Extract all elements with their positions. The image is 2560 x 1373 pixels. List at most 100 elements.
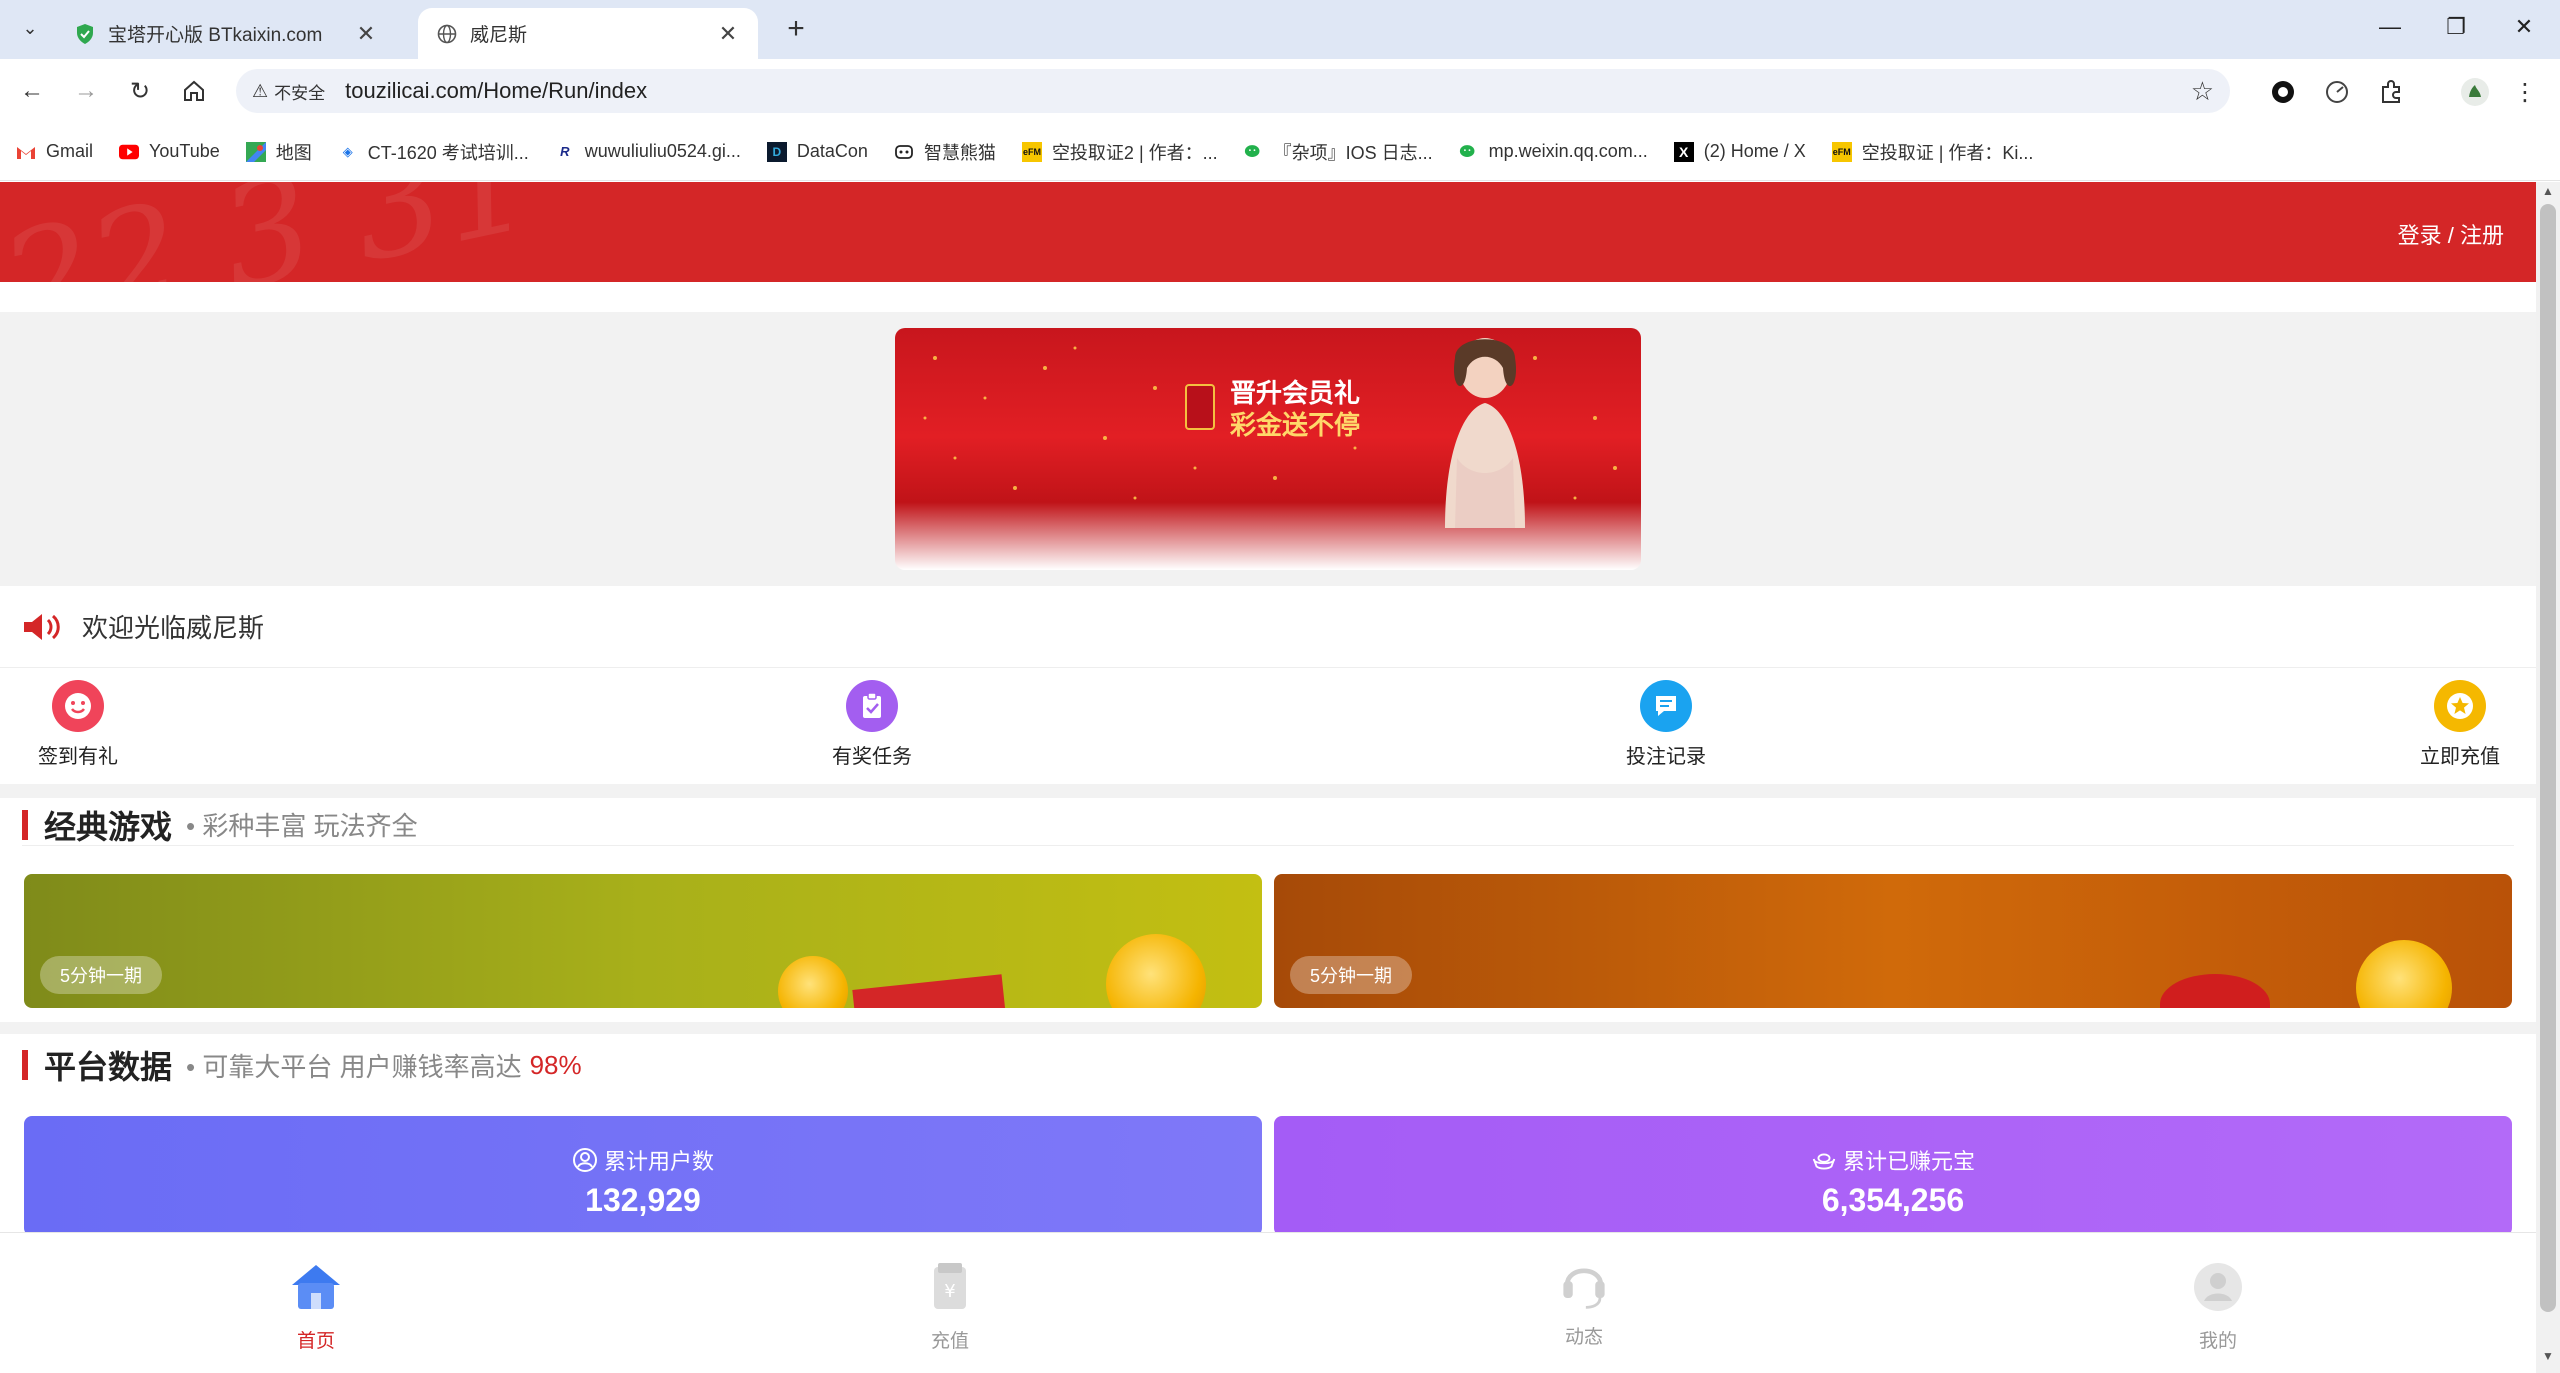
bookmark-maps[interactable]: 地图 bbox=[245, 139, 312, 165]
bookmark-ios-log[interactable]: 『杂项』IOS 日志... bbox=[1244, 139, 1433, 165]
bookmark-star-icon[interactable]: ☆ bbox=[2191, 76, 2214, 107]
bookmark-wuwuliuliu[interactable]: R wuwuliuliu0524.gi... bbox=[555, 141, 741, 162]
close-window-icon[interactable]: ✕ bbox=[2504, 14, 2544, 40]
header-decoration: 22 3 31 bbox=[0, 182, 545, 282]
platform-data-header: 平台数据 • 可靠大平台 用户赚钱率高达 98% bbox=[22, 1044, 2514, 1086]
wallet-icon: ¥ bbox=[934, 1263, 966, 1309]
stat-value: 6,354,256 bbox=[1821, 1182, 1965, 1218]
page-viewport: 22 3 31 登录 / 注册 晋升会员礼 彩金送不停 bbox=[0, 182, 2536, 1372]
star-coin-icon bbox=[2434, 680, 2486, 732]
tab-weinisi[interactable]: 威尼斯 ✕ bbox=[418, 8, 758, 59]
nav-label: 动态 bbox=[1564, 1327, 1603, 1348]
home-icon bbox=[292, 1265, 340, 1309]
efm-icon: eFM bbox=[1021, 141, 1042, 162]
efm-icon: eFM bbox=[1831, 141, 1852, 162]
bookmark-x-home[interactable]: X (2) Home / X bbox=[1673, 141, 1806, 162]
nav-label: 首页 bbox=[296, 1331, 335, 1352]
warning-icon: ⚠ bbox=[252, 80, 269, 101]
nav-activity[interactable]: 动态 bbox=[1524, 1253, 1644, 1349]
bookmark-panda[interactable]: 智慧熊猫 bbox=[894, 139, 996, 165]
ingot-icon bbox=[1812, 1153, 1836, 1170]
scroll-up-arrow-icon[interactable]: ▲ bbox=[2536, 184, 2560, 204]
nav-recharge[interactable]: ¥ 充值 bbox=[890, 1257, 1010, 1353]
banner-line-2: 彩金送不停 bbox=[1230, 411, 1361, 441]
bookmark-label: YouTube bbox=[149, 141, 220, 161]
menu-more-icon[interactable]: ⋮ bbox=[2510, 77, 2540, 107]
stat-label-text: 累计用户数 bbox=[603, 1149, 714, 1174]
browser-tab-bar: ⌄ 宝塔开心版 BTkaixin.com ✕ 威尼斯 ✕ + — ❐ ✕ bbox=[0, 0, 2560, 59]
user-circle-icon bbox=[572, 1148, 597, 1172]
red-bag-decoration bbox=[2160, 974, 2270, 1008]
nav-home[interactable]: 首页 bbox=[256, 1257, 376, 1353]
bookmark-label: wuwuliuliu0524.gi... bbox=[584, 141, 741, 161]
gmail-icon bbox=[16, 142, 36, 162]
performance-gauge-icon[interactable] bbox=[2322, 77, 2352, 107]
user-icon bbox=[2194, 1263, 2242, 1311]
stat-value: 132,929 bbox=[585, 1182, 701, 1218]
reload-icon[interactable]: ↻ bbox=[122, 73, 158, 109]
bookmark-datacon[interactable]: D DataCon bbox=[766, 141, 868, 162]
bookmark-label: Gmail bbox=[46, 141, 94, 161]
bookmark-airdrop[interactable]: eFM 空投取证 | 作者：Ki... bbox=[1831, 139, 2033, 165]
bookmark-ct1620[interactable]: ◈ CT-1620 考试培训... bbox=[338, 139, 529, 165]
shield-favicon-icon bbox=[74, 23, 96, 45]
site-header: 22 3 31 登录 / 注册 bbox=[0, 182, 2536, 282]
nav-profile[interactable]: 我的 bbox=[2158, 1257, 2278, 1353]
game-card-2[interactable]: 5分钟一期 bbox=[1274, 874, 2512, 1008]
scroll-down-arrow-icon[interactable]: ▼ bbox=[2536, 1349, 2560, 1369]
bookmark-gmail[interactable]: Gmail bbox=[16, 141, 93, 162]
page-scrollbar[interactable]: ▲ ▼ bbox=[2536, 182, 2560, 1373]
section-title: 平台数据 bbox=[44, 1049, 173, 1085]
tab-search-dropdown-icon[interactable]: ⌄ bbox=[14, 12, 46, 44]
bookmarks-bar: Gmail YouTube 地图 ◈ CT-1620 考试培训... R wuw… bbox=[0, 123, 2560, 181]
security-indicator[interactable]: ⚠ 不安全 bbox=[252, 79, 325, 104]
bookmark-label: CT-1620 考试培训... bbox=[367, 142, 529, 163]
close-tab-icon[interactable]: ✕ bbox=[716, 21, 740, 47]
banner-carousel: 晋升会员礼 彩金送不停 bbox=[0, 312, 2536, 586]
bookmark-label: 智慧熊猫 bbox=[923, 142, 996, 163]
new-tab-icon[interactable]: + bbox=[780, 14, 812, 44]
address-bar[interactable]: ⚠ 不安全 touzilicai.com/Home/Run/index ☆ bbox=[236, 69, 2230, 113]
bookmark-airdrop2[interactable]: eFM 空投取证2 | 作者：... bbox=[1021, 139, 1218, 165]
quick-recharge-now[interactable]: 立即充值 bbox=[2390, 680, 2530, 769]
diamond-icon: ◈ bbox=[342, 143, 353, 159]
section-accent-bar bbox=[22, 809, 28, 840]
tab-btkaixin[interactable]: 宝塔开心版 BTkaixin.com ✕ bbox=[56, 8, 396, 59]
quick-label: 立即充值 bbox=[2420, 746, 2500, 768]
earning-rate-highlight: 98% bbox=[529, 1049, 582, 1080]
wechat-icon bbox=[1459, 142, 1479, 162]
minimize-icon[interactable]: — bbox=[2370, 14, 2410, 40]
coin-icon bbox=[778, 956, 848, 1008]
game-card-1[interactable]: 5分钟一期 bbox=[24, 874, 1262, 1008]
tab-title: 威尼斯 bbox=[470, 25, 528, 46]
bookmark-label: (2) Home / X bbox=[1703, 141, 1806, 161]
bookmark-label: 空投取证2 | 作者：... bbox=[1051, 142, 1218, 163]
extension-record-icon[interactable] bbox=[2268, 77, 2298, 107]
close-tab-icon[interactable]: ✕ bbox=[354, 21, 378, 47]
document-icon bbox=[1640, 680, 1692, 732]
login-register-link[interactable]: 登录 / 注册 bbox=[2398, 218, 2504, 250]
bottom-tab-bar: 首页 ¥ 充值 动态 我的 bbox=[0, 1232, 2536, 1372]
profile-avatar-icon[interactable] bbox=[2460, 77, 2490, 107]
tab-title: 宝塔开心版 BTkaixin.com bbox=[108, 25, 323, 46]
url-text: touzilicai.com/Home/Run/index bbox=[345, 78, 648, 103]
restore-window-icon[interactable]: ❐ bbox=[2436, 14, 2476, 40]
back-icon[interactable]: ← bbox=[14, 73, 50, 109]
quick-actions: 签到有礼 有奖任务 投注记录 立即充值 bbox=[0, 668, 2536, 784]
extensions-puzzle-icon[interactable] bbox=[2376, 77, 2406, 107]
svg-text:¥: ¥ bbox=[944, 1281, 955, 1302]
bookmark-mp-weixin[interactable]: mp.weixin.qq.com... bbox=[1459, 141, 1648, 162]
quick-signin-rewards[interactable]: 签到有礼 bbox=[8, 680, 148, 769]
home-button-icon[interactable] bbox=[176, 73, 212, 109]
quick-reward-tasks[interactable]: 有奖任务 bbox=[802, 680, 942, 769]
wechat-icon bbox=[1244, 142, 1264, 162]
bookmark-youtube[interactable]: YouTube bbox=[119, 141, 220, 162]
scroll-thumb[interactable] bbox=[2540, 204, 2556, 1312]
youtube-icon bbox=[119, 142, 140, 162]
datacon-icon: D bbox=[766, 141, 787, 162]
promo-banner[interactable]: 晋升会员礼 彩金送不停 bbox=[895, 328, 1641, 570]
quick-bet-records[interactable]: 投注记录 bbox=[1596, 680, 1736, 769]
welcome-marquee: 欢迎光临威尼斯 bbox=[0, 586, 2536, 668]
panda-icon bbox=[894, 142, 914, 162]
forward-icon[interactable]: → bbox=[68, 73, 104, 109]
